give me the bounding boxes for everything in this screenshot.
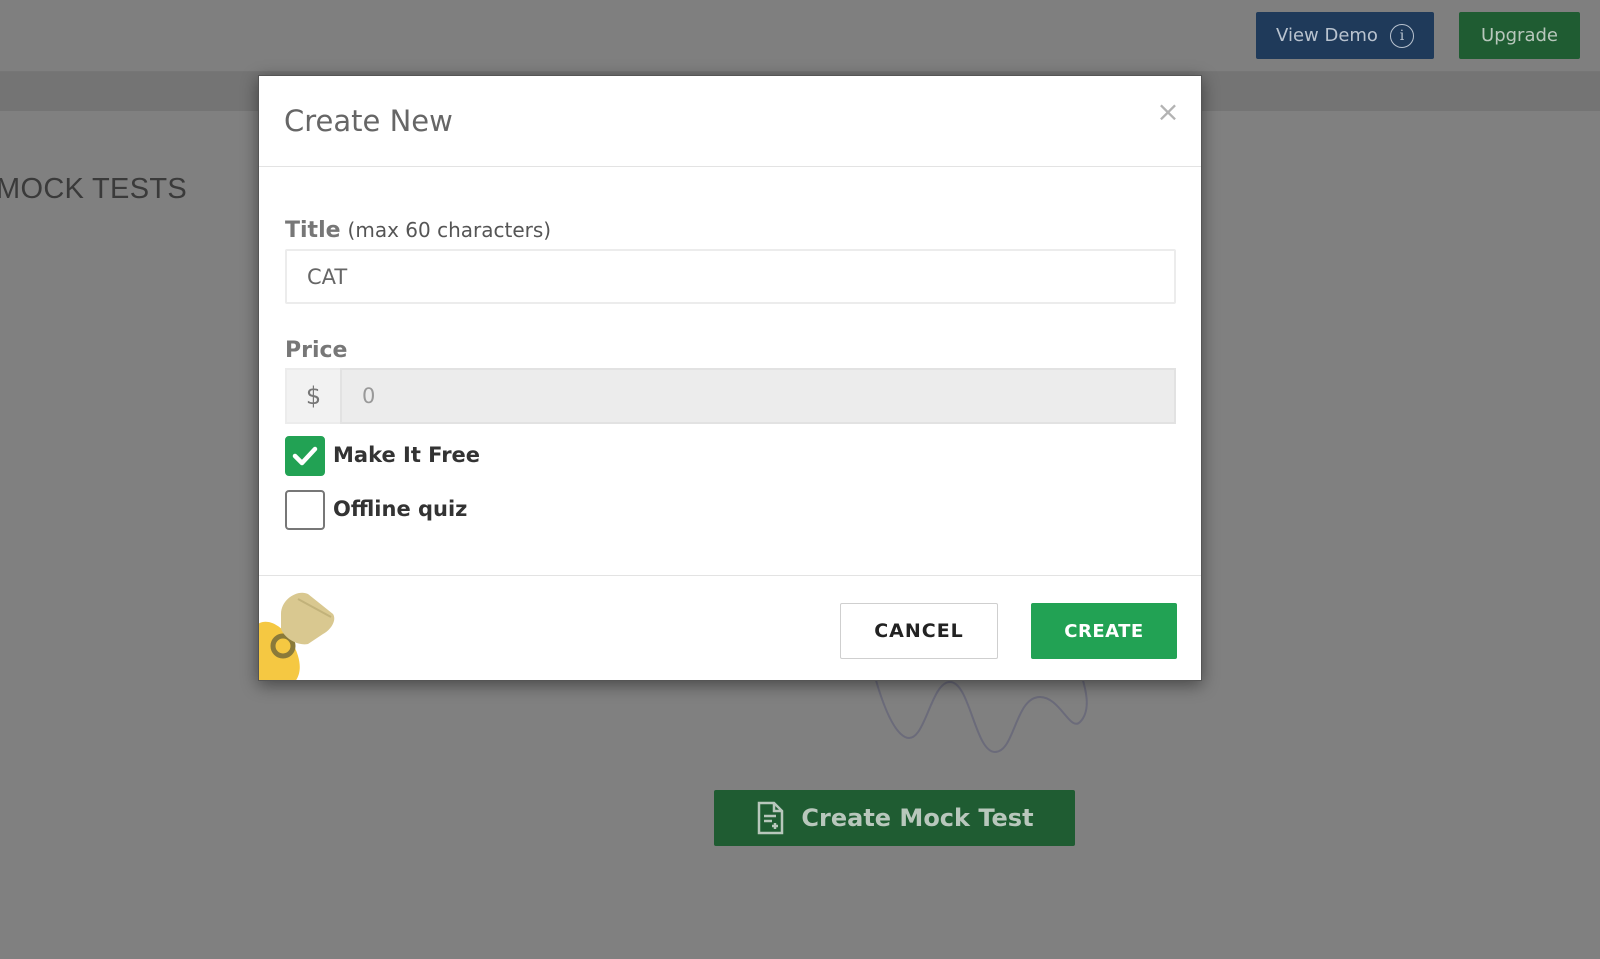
view-demo-label: View Demo [1276, 25, 1378, 46]
mascot-illustration [259, 592, 335, 680]
view-demo-button[interactable]: View Demo i [1256, 12, 1434, 59]
modal-header: Create New × [259, 76, 1201, 167]
modal-title: Create New [284, 104, 453, 138]
info-icon: i [1389, 23, 1414, 48]
top-navbar: View Demo i Upgrade [0, 0, 1600, 72]
create-mock-test-button[interactable]: Create Mock Test [714, 790, 1075, 846]
price-input[interactable] [340, 368, 1176, 424]
create-new-modal: Create New × Title (max 60 characters) P… [258, 75, 1202, 681]
offline-quiz-label[interactable]: Offline quiz [333, 497, 467, 521]
title-hint: (max 60 characters) [347, 218, 552, 242]
checkmark-icon [292, 446, 318, 466]
title-label: Title [285, 218, 341, 243]
price-label: Price [285, 338, 348, 363]
close-icon[interactable]: × [1154, 98, 1182, 126]
section-title: MOCK TESTS [0, 173, 187, 205]
document-plus-icon [758, 801, 784, 835]
decorative-squiggle [874, 676, 1088, 754]
make-it-free-label[interactable]: Make It Free [333, 443, 480, 467]
create-mock-test-label: Create Mock Test [801, 804, 1034, 832]
currency-addon: $ [285, 368, 340, 424]
create-button[interactable]: CREATE [1031, 603, 1177, 659]
cancel-button[interactable]: CANCEL [840, 603, 998, 659]
title-input[interactable] [285, 249, 1176, 304]
offline-quiz-checkbox[interactable] [285, 490, 325, 530]
modal-footer: CANCEL CREATE [259, 575, 1201, 680]
make-it-free-checkbox[interactable] [285, 436, 325, 476]
upgrade-button[interactable]: Upgrade [1459, 12, 1580, 59]
title-field-label: Title (max 60 characters) [285, 218, 551, 243]
